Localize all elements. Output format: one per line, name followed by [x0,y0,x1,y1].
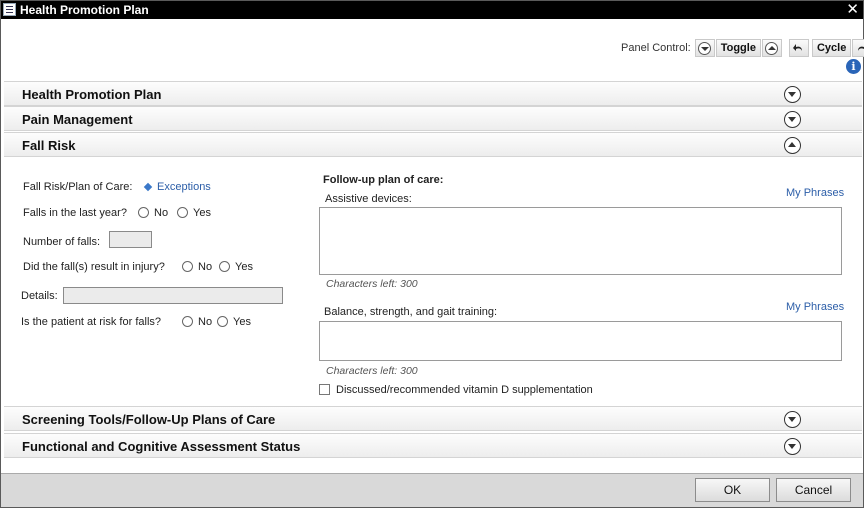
number-of-falls-label: Number of falls: [23,236,101,248]
vitamin-d-checkbox[interactable] [319,384,330,395]
assistive-devices-label: Assistive devices: [325,193,412,205]
injury-label: Did the fall(s) result in injury? [23,261,165,273]
cycle-button[interactable]: Cycle [811,39,852,57]
falls-last-year-no-label: No [154,207,169,219]
falls-last-year-no-radio[interactable] [138,207,149,218]
section-pain-management[interactable]: Pain Management [4,106,862,131]
cancel-button[interactable]: Cancel [776,478,851,502]
panel-control-label: Panel Control: [621,42,691,54]
toggle-up-button[interactable] [761,39,782,57]
panel-control-toolbar: Panel Control: Toggle Cycle [621,39,864,57]
app-icon [3,3,16,16]
window-title: Health Promotion Plan [20,3,149,17]
details-input[interactable] [63,287,283,304]
injury-yes-radio[interactable] [219,261,230,272]
exceptions-link[interactable]: Exceptions [157,181,211,193]
toggle-down-button[interactable] [694,39,715,57]
toggle-up-icon [765,41,779,55]
section-title: Health Promotion Plan [22,87,162,102]
injury-yes-label: Yes [235,261,253,273]
toggle-down-icon [698,41,712,55]
at-risk-no-label: No [198,316,213,328]
undo-button[interactable] [788,39,809,57]
dialog-footer: OK Cancel [1,473,863,507]
my-phrases-link[interactable]: My Phrases [786,187,844,199]
expand-icon[interactable] [784,111,801,128]
section-title: Functional and Cognitive Assessment Stat… [22,439,301,454]
refresh-button[interactable] [852,39,864,57]
expand-icon[interactable] [784,86,801,103]
section-title: Pain Management [22,112,133,127]
assistive-devices-textarea[interactable] [319,207,842,275]
expand-icon[interactable] [784,438,801,455]
injury-no-radio[interactable] [182,261,193,272]
undo-icon [793,43,803,51]
close-icon[interactable]: ✕ [846,1,859,19]
section-fall-risk[interactable]: Fall Risk [4,132,862,157]
vitamin-d-label: Discussed/recommended vitamin D suppleme… [336,384,593,396]
falls-last-year-label: Falls in the last year? [23,207,127,219]
balance-training-label: Balance, strength, and gait training: [324,306,498,318]
at-risk-no-radio[interactable] [182,316,193,327]
diamond-icon [143,182,153,192]
balance-training-textarea[interactable] [319,321,842,361]
balance-chars-left: Characters left: 300 [326,365,418,377]
section-screening-tools[interactable]: Screening Tools/Follow-Up Plans of Care [4,406,862,431]
title-bar: Health Promotion Plan ✕ [1,1,863,19]
section-title: Fall Risk [22,138,76,153]
assistive-chars-left: Characters left: 300 [326,278,418,290]
at-risk-yes-radio[interactable] [217,316,228,327]
section-health-promotion-plan[interactable]: Health Promotion Plan [4,81,862,106]
falls-last-year-yes-label: Yes [193,207,211,219]
expand-icon[interactable] [784,411,801,428]
my-phrases-link-2[interactable]: My Phrases [786,301,844,313]
number-of-falls-input[interactable] [109,231,152,248]
fall-risk-plan-label: Fall Risk/Plan of Care: [23,181,133,193]
section-title: Screening Tools/Follow-Up Plans of Care [22,412,276,427]
toggle-button[interactable]: Toggle [715,39,761,57]
at-risk-yes-label: Yes [233,316,251,328]
ok-button[interactable]: OK [695,478,770,502]
info-icon[interactable]: i [846,59,861,74]
section-functional-cognitive[interactable]: Functional and Cognitive Assessment Stat… [4,433,862,458]
falls-last-year-yes-radio[interactable] [177,207,188,218]
at-risk-label: Is the patient at risk for falls? [21,316,162,328]
followup-heading: Follow-up plan of care: [323,174,444,186]
details-label: Details: [21,290,58,302]
health-promotion-plan-window: Health Promotion Plan ✕ Panel Control: T… [0,0,864,508]
refresh-icon [857,43,864,51]
collapse-icon[interactable] [784,137,801,154]
injury-no-label: No [198,261,213,273]
